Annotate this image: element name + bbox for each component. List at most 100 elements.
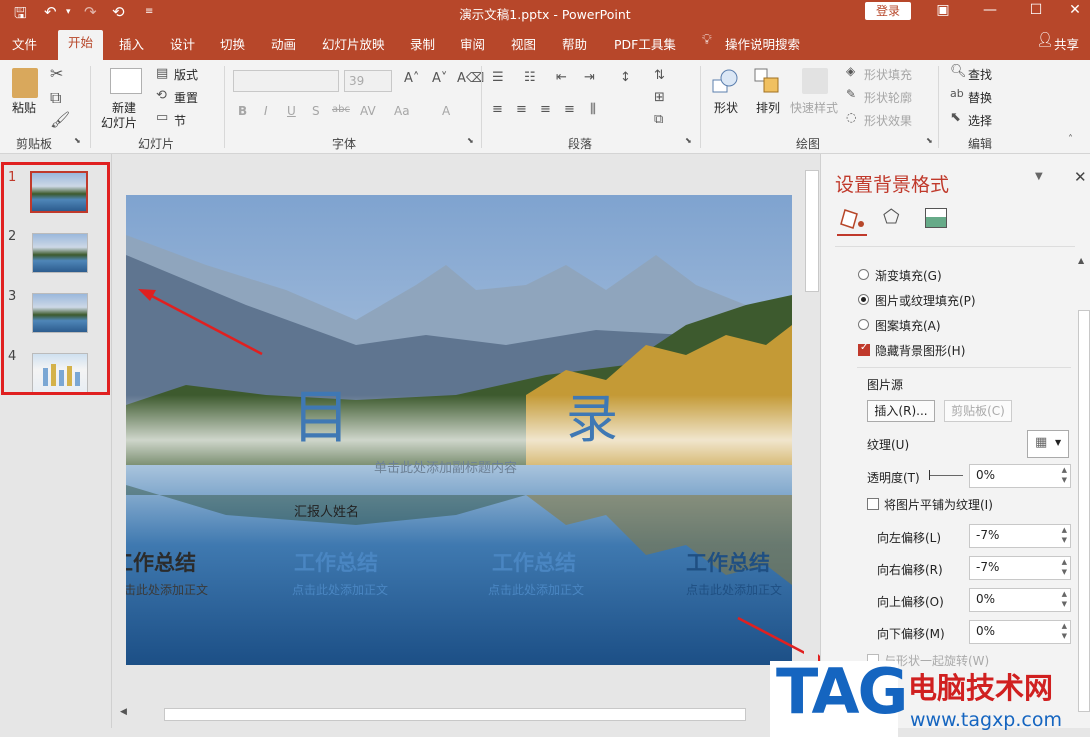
format-painter-icon[interactable]: 🖌︎ [50, 110, 70, 129]
paragraph-launcher-icon[interactable]: ⬊ [685, 136, 692, 145]
pattern-fill-label[interactable]: 图案填充(A) [875, 317, 941, 334]
change-case-button[interactable]: Aa [394, 104, 410, 118]
tab-view[interactable]: 视图 [511, 34, 536, 53]
smartart-icon[interactable]: ⧉ [654, 112, 663, 127]
insert-picture-button[interactable]: 插入(R)... [867, 400, 935, 422]
scroll-left-icon[interactable]: ◀ [120, 707, 127, 717]
spin-down-icon[interactable]: ▼ [1062, 476, 1067, 484]
paste-button[interactable]: 粘贴 [12, 99, 36, 116]
quick-styles-icon[interactable] [802, 68, 828, 94]
offset-bottom-input[interactable]: 0% ▲ ▼ [969, 620, 1071, 644]
slide-item-body[interactable]: 点击此处添加正文 [126, 581, 208, 598]
font-name-combo[interactable] [233, 70, 339, 92]
horizontal-scrollbar[interactable]: ◀ [116, 706, 802, 722]
line-spacing-icon[interactable]: ↕ [620, 70, 631, 85]
scroll-up-icon[interactable]: ▲ [1078, 256, 1084, 265]
italic-button[interactable]: I [264, 104, 268, 118]
vertical-scrollbar[interactable] [804, 170, 819, 700]
spin-up-icon[interactable]: ▲ [1062, 590, 1067, 598]
scroll-thumb[interactable] [164, 708, 746, 721]
paste-icon[interactable] [12, 68, 38, 98]
gradient-fill-radio[interactable] [858, 269, 869, 280]
shape-effects-button[interactable]: 形状效果 [864, 112, 912, 129]
underline-button[interactable]: U [287, 104, 296, 118]
quick-styles-button[interactable]: 快速样式 [790, 99, 838, 116]
align-center-icon[interactable]: ≡ [516, 102, 527, 117]
columns-icon[interactable]: ⫼ [590, 102, 596, 117]
shape-fill-button[interactable]: 形状填充 [864, 66, 912, 83]
transparency-input[interactable]: 0% ▲ ▼ [969, 464, 1071, 488]
grow-font-icon[interactable]: A˄ [404, 71, 419, 86]
scroll-thumb[interactable] [805, 170, 819, 292]
offset-right-input[interactable]: -7% ▲ ▼ [969, 556, 1071, 580]
align-text-icon[interactable]: ⊞ [654, 90, 665, 105]
spin-up-icon[interactable]: ▲ [1062, 622, 1067, 630]
text-direction-icon[interactable]: ⇅ [654, 68, 665, 83]
slide-item-heading[interactable]: 工作总结 [492, 547, 576, 577]
tab-pdf[interactable]: PDF工具集 [614, 34, 676, 53]
new-slide-label-2[interactable]: 幻灯片 [101, 114, 137, 131]
hide-bg-checkbox[interactable]: ✓ [858, 342, 870, 356]
tab-review[interactable]: 审阅 [460, 34, 485, 53]
slide-item-heading[interactable]: 工作总结 [126, 547, 196, 577]
tab-transitions[interactable]: 切换 [220, 34, 245, 53]
slide-item-heading[interactable]: 工作总结 [294, 547, 378, 577]
slide-item-body[interactable]: 点击此处添加正文 [488, 581, 584, 598]
arrange-button[interactable]: 排列 [756, 99, 780, 116]
layout-button[interactable]: 版式 [174, 66, 198, 83]
close-icon[interactable]: ✕ [1060, 2, 1090, 18]
picture-tab-icon[interactable] [925, 208, 947, 228]
shrink-font-icon[interactable]: A˅ [432, 71, 447, 86]
slide-title-left[interactable]: 目 [292, 370, 350, 454]
align-right-icon[interactable]: ≡ [540, 102, 551, 117]
copy-icon[interactable]: ⧉ [50, 88, 61, 108]
tab-home[interactable]: 开始 [58, 30, 104, 60]
select-button[interactable]: 选择 [968, 112, 992, 129]
spin-down-icon[interactable]: ▼ [1062, 600, 1067, 608]
texture-dropdown[interactable]: ▦ ▼ [1027, 430, 1069, 458]
increase-indent-icon[interactable]: ⇥ [584, 70, 595, 85]
bold-button[interactable]: B [238, 104, 247, 118]
tab-animations[interactable]: 动画 [271, 34, 296, 53]
decrease-indent-icon[interactable]: ⇤ [556, 70, 567, 85]
minimize-icon[interactable]: — [975, 2, 1005, 18]
slide-subtitle[interactable]: 单击此处添加副标题内容 [374, 457, 517, 476]
picture-fill-label[interactable]: 图片或纹理填充(P) [875, 292, 976, 309]
spin-up-icon[interactable]: ▲ [1062, 526, 1067, 534]
new-slide-icon[interactable] [110, 68, 142, 94]
spin-down-icon[interactable]: ▼ [1062, 568, 1067, 576]
cut-icon[interactable]: ✂ [50, 64, 63, 83]
login-button[interactable]: 登录 [865, 2, 911, 20]
offset-left-input[interactable]: -7% ▲ ▼ [969, 524, 1071, 548]
transparency-slider[interactable] [929, 475, 963, 476]
spin-down-icon[interactable]: ▼ [1062, 536, 1067, 544]
font-size-combo[interactable]: 39 [344, 70, 392, 92]
reset-button[interactable]: 重置 [174, 89, 198, 106]
drawing-launcher-icon[interactable]: ⬊ [926, 136, 933, 145]
shape-outline-button[interactable]: 形状轮廓 [864, 89, 912, 106]
spin-down-icon[interactable]: ▼ [1062, 632, 1067, 640]
hide-bg-label[interactable]: 隐藏背景图形(H) [875, 342, 965, 359]
shapes-icon[interactable] [712, 68, 738, 94]
maximize-icon[interactable]: ☐ [1021, 2, 1051, 18]
slide-canvas[interactable]: 目 录 单击此处添加副标题内容 汇报人姓名 工作总结 点击此处添加正文 工作总结… [126, 195, 792, 665]
tab-record[interactable]: 录制 [410, 34, 435, 53]
tab-slideshow[interactable]: 幻灯片放映 [322, 34, 385, 53]
slider-thumb[interactable] [929, 470, 930, 480]
tile-label[interactable]: 将图片平铺为纹理(I) [884, 496, 993, 513]
font-color-button[interactable]: A [442, 104, 450, 118]
gradient-fill-label[interactable]: 渐变填充(G) [875, 267, 942, 284]
section-button[interactable]: 节 [174, 112, 186, 129]
justify-icon[interactable]: ≡ [564, 102, 575, 117]
shapes-button[interactable]: 形状 [714, 99, 738, 116]
find-button[interactable]: 查找 [968, 66, 992, 83]
spin-up-icon[interactable]: ▲ [1062, 466, 1067, 474]
tell-me-search[interactable]: 操作说明搜索 [725, 34, 800, 53]
slide-item-heading[interactable]: 工作总结 [686, 547, 770, 577]
pattern-fill-radio[interactable] [858, 319, 869, 330]
panel-options-icon[interactable]: ▼ [1035, 171, 1043, 182]
strikethrough-button[interactable]: abc [332, 104, 350, 115]
spacing-button[interactable]: AV [360, 104, 376, 118]
arrange-icon[interactable] [754, 68, 780, 94]
bullets-icon[interactable]: ☰ [492, 70, 504, 85]
